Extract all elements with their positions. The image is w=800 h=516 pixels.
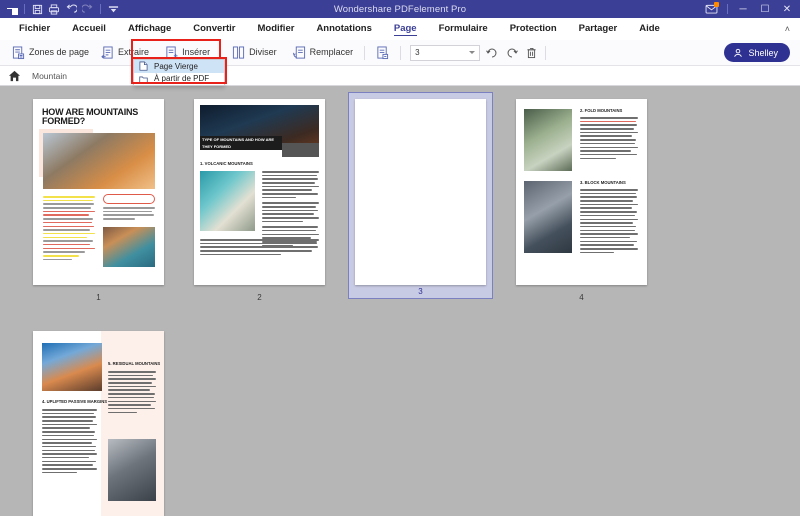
thumb-wrapper: HOW ARE MOUNTAINS FORMED? [26,92,171,286]
menu-bar: Fichier Accueil Affichage Convertir Modi… [0,18,800,40]
replace-label: Remplacer [309,47,354,57]
menu-item-page[interactable]: Page [383,18,428,40]
menu-item-fichier[interactable]: Fichier [8,18,61,40]
menu-item-convertir[interactable]: Convertir [182,18,246,40]
rotate-right-icon[interactable] [503,44,520,61]
page-4-heading-1: 2. FOLD MOUNTAINS [580,108,623,113]
menu-item-formulaire[interactable]: Formulaire [428,18,499,40]
replace-button[interactable]: Remplacer [287,42,360,64]
insert-dropdown-menu: Page Vierge À partir de PDF [133,59,225,86]
rotate-left-icon[interactable] [483,44,500,61]
page-canvas-3-blank [355,99,486,285]
app-icon [4,2,20,17]
page-thumbnail-5[interactable]: 4. UPLIFTED PASSIVE MARGINS 5. RESIDUAL … [18,322,179,516]
page-4-image-1 [524,109,572,171]
menu-item-accueil[interactable]: Accueil [61,18,117,40]
dropdown-label-a-partir-de-pdf: À partir de PDF [154,74,210,84]
dropdown-item-page-vierge[interactable]: Page Vierge [134,60,224,73]
ribbon-toolbar: Zones de page Extraire Insérer Diviser R… [0,40,800,66]
divider [24,4,25,14]
page-thumbnail-3[interactable]: 3 [340,90,501,304]
home-icon[interactable] [8,69,22,83]
window-controls: ─ ☐ ✕ [699,0,800,18]
page-5-image-1 [42,343,102,391]
page-number-label-2: 2 [257,293,262,302]
page-thumbnail-1[interactable]: HOW ARE MOUNTAINS FORMED? 1 [18,90,179,304]
redo-icon [80,2,96,17]
page-number-label-4: 4 [579,293,584,302]
page-label-button[interactable] [370,42,395,64]
page-canvas-5: 4. UPLIFTED PASSIVE MARGINS 5. RESIDUAL … [33,331,164,516]
page-2-title: TYPE OF MOUNTAINS AND HOW ARE THEY FORME… [202,137,275,149]
divider [100,4,101,14]
user-account-button[interactable]: Shelley [724,43,790,62]
thumb-wrapper: TYPE OF MOUNTAINS AND HOW ARE THEY FORME… [187,92,332,286]
chevron-down-icon[interactable] [469,51,476,54]
page-boxes-label: Zones de page [29,47,90,57]
split-label: Diviser [249,47,277,57]
maximize-button[interactable]: ☐ [754,0,776,18]
thumb-wrapper: 4. UPLIFTED PASSIVE MARGINS 5. RESIDUAL … [26,324,171,516]
menu-item-partager[interactable]: Partager [568,18,629,40]
page-canvas-1: HOW ARE MOUNTAINS FORMED? [33,99,164,285]
page-canvas-4: 2. FOLD MOUNTAINS 3. BLOCK MOUNTAINS [516,99,647,285]
title-bar: Wondershare PDFelement Pro ─ ☐ ✕ [0,0,800,18]
divider [545,45,547,60]
notification-badge [714,2,719,7]
page-5-image-2 [108,439,156,501]
page-number-input[interactable]: 3 [410,44,481,61]
dropdown-item-a-partir-de-pdf[interactable]: À partir de PDF [134,73,224,86]
quick-access-toolbar [0,2,121,17]
insert-label: Insérer [182,47,211,57]
page-2-image-2 [200,171,255,231]
thumbnail-grid: HOW ARE MOUNTAINS FORMED? 1 TYPE OF MOUN… [0,86,800,516]
page-1-image-2 [103,227,155,267]
thumb-wrapper-selected [348,92,493,285]
page-number-label-3: 3 [348,285,493,299]
divider [364,45,366,60]
page-thumbnail-canvas[interactable]: HOW ARE MOUNTAINS FORMED? 1 TYPE OF MOUN… [0,86,800,516]
undo-icon[interactable] [63,2,79,17]
collapse-ribbon-icon[interactable]: ˄ [785,24,800,34]
divider [400,45,402,60]
dropdown-label-page-vierge: Page Vierge [154,61,198,71]
page-thumbnail-4[interactable]: 2. FOLD MOUNTAINS 3. BLOCK MOUNTAINS 4 [501,90,662,304]
breadcrumb-document-name: Mountain [32,70,67,81]
save-icon[interactable] [29,2,45,17]
menu-item-protection[interactable]: Protection [499,18,568,40]
page-boxes-button[interactable]: Zones de page [6,42,95,64]
page-thumbnail-2[interactable]: TYPE OF MOUNTAINS AND HOW ARE THEY FORME… [179,90,340,304]
trash-icon[interactable] [523,44,540,61]
user-name: Shelley [748,47,778,58]
divider [727,4,728,14]
page-5-heading-2: 5. RESIDUAL MOUNTAINS [108,361,161,366]
mail-icon[interactable] [699,0,723,18]
page-number-label-1: 1 [96,293,101,302]
user-icon [734,48,743,57]
page-2-heading: 1. VOLCANIC MOUNTAINS [200,161,253,166]
close-button[interactable]: ✕ [776,0,798,18]
page-4-image-2 [524,181,572,253]
menu-item-affichage[interactable]: Affichage [117,18,182,40]
breadcrumb: Mountain [0,66,800,86]
page-canvas-2: TYPE OF MOUNTAINS AND HOW ARE THEY FORME… [194,99,325,285]
print-icon[interactable] [46,2,62,17]
page-5-heading-1: 4. UPLIFTED PASSIVE MARGINS [42,399,108,404]
page-1-title: HOW ARE MOUNTAINS FORMED? [42,107,139,127]
page-number-value: 3 [415,48,420,57]
menu-item-modifier[interactable]: Modifier [246,18,305,40]
page-1-image-1 [43,133,155,189]
blank-page-icon [139,61,148,71]
thumb-wrapper: 2. FOLD MOUNTAINS 3. BLOCK MOUNTAINS [509,92,654,286]
menu-item-aide[interactable]: Aide [628,18,671,40]
extract-label: Extraire [118,47,150,57]
customize-quick-access-icon[interactable] [105,2,121,17]
split-button[interactable]: Diviser [226,42,283,64]
page-4-heading-2: 3. BLOCK MOUNTAINS [580,180,626,185]
menu-item-annotations[interactable]: Annotations [305,18,382,40]
folder-icon [139,76,148,84]
minimize-button[interactable]: ─ [732,0,754,18]
